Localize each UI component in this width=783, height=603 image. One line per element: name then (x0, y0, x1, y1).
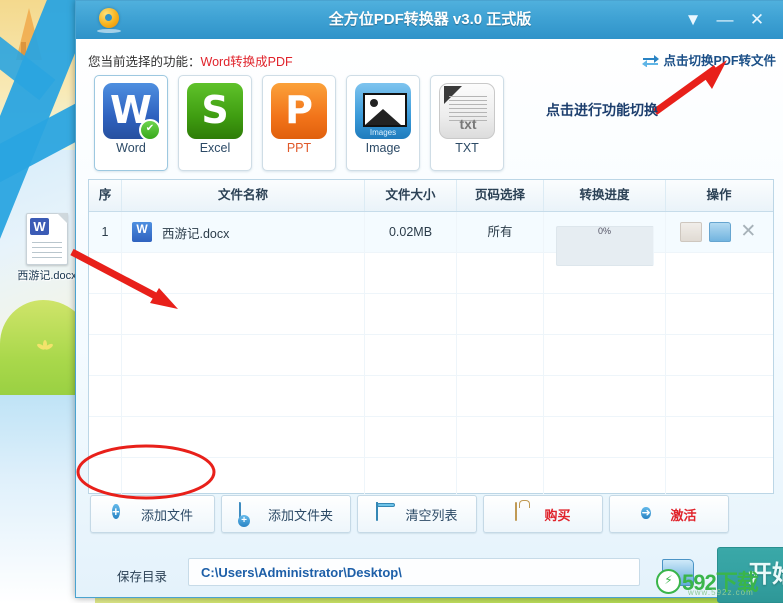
cell-actions: ✕ (666, 212, 772, 252)
table-row-empty (89, 417, 773, 458)
buy-bag-icon (515, 502, 537, 525)
format-label-txt: TXT (455, 141, 479, 155)
word-glyph: W (30, 218, 49, 235)
skin-chevron-down-icon[interactable]: ▼ (681, 9, 705, 31)
word-document-icon: W (26, 213, 68, 265)
wallpaper-flower-icon (36, 340, 54, 354)
activate-icon: ➜ (641, 507, 651, 519)
action-button-row: + 添加文件 添加文件夹 清空列表 购买 ➜ 激活 (90, 495, 770, 533)
image-icon-caption: Images (369, 128, 397, 137)
progress-label: 0% (597, 226, 611, 236)
picture-frame (363, 93, 407, 127)
filename-text: 西游记.docx (162, 226, 230, 241)
format-label-word: Word (116, 141, 146, 155)
swap-arrows-icon (642, 55, 660, 67)
close-button[interactable]: ✕ (745, 9, 769, 31)
column-header-index: 序 (89, 180, 122, 211)
word-file-icon: W (132, 222, 152, 242)
progress-bar: 0% (555, 226, 654, 266)
cell-progress: 0% (544, 212, 666, 266)
cell-index: 1 (89, 212, 122, 252)
remove-icon[interactable]: ✕ (738, 222, 758, 241)
cell-pages[interactable]: 所有 (457, 212, 544, 252)
page-fold (57, 213, 68, 224)
current-function-label: 您当前选择的功能：Word转换成PDF (88, 51, 293, 70)
format-label-image: Image (365, 141, 401, 155)
format-button-ppt[interactable]: P PPT (262, 75, 336, 171)
format-label-excel: Excel (199, 141, 231, 155)
word-icon: W ✔ (103, 83, 161, 141)
activate-label: 激活 (670, 507, 697, 523)
file-list-table: 序 文件名称 文件大小 页码选择 转换进度 操作 1 W 西游记.docx 0.… (88, 179, 774, 499)
format-button-excel[interactable]: S Excel (178, 75, 252, 171)
add-folder-icon (238, 502, 261, 525)
desktop-file-label: 西游记.docx (17, 270, 77, 282)
add-file-icon: + (111, 504, 120, 519)
buy-button[interactable]: 购买 (483, 495, 603, 533)
add-folder-label: 添加文件夹 (267, 507, 333, 523)
format-button-word[interactable]: W ✔ Word (94, 75, 168, 171)
selected-check-icon: ✔ (139, 119, 161, 141)
column-header-filesize: 文件大小 (365, 180, 457, 211)
application-window: 全方位PDF转换器 v3.0 正式版 ▼ — ✕ 您当前选择的功能：Word转换… (75, 0, 783, 603)
current-function-prefix: 您当前选择的功能： (88, 55, 201, 69)
table-row[interactable]: 1 W 西游记.docx 0.02MB 所有 0% ✕ (89, 212, 773, 266)
function-bar: 您当前选择的功能：Word转换成PDF 点击切换PDF转文件 (76, 47, 783, 73)
switch-hint-annotation: 点击进行功能切换 (546, 102, 658, 118)
clear-list-label: 清空列表 (405, 507, 458, 523)
table-row-empty (89, 335, 773, 376)
watermark-badge-icon: ⚡ (656, 569, 681, 594)
desktop-file-icon[interactable]: W 西游记.docx (17, 213, 77, 283)
format-label-ppt: PPT (286, 141, 312, 155)
table-row-empty (89, 253, 773, 294)
activate-button[interactable]: ➜ 激活 (609, 495, 729, 533)
table-row-empty (89, 376, 773, 417)
cell-filename: W 西游记.docx (122, 212, 365, 252)
minimize-button[interactable]: — (713, 9, 737, 31)
column-header-progress: 转换进度 (544, 180, 666, 211)
save-directory-label: 保存目录 (117, 570, 168, 584)
watermark-url: www.592z.com (688, 588, 754, 597)
add-folder-button[interactable]: 添加文件夹 (221, 495, 351, 533)
add-file-button[interactable]: + 添加文件 (90, 495, 215, 533)
clear-list-button[interactable]: 清空列表 (357, 495, 477, 533)
ppt-icon: P (271, 83, 327, 139)
table-row-empty (89, 458, 773, 499)
format-button-txt[interactable]: txt TXT (430, 75, 504, 171)
save-directory-input[interactable]: C:\Users\Administrator\Desktop\ (188, 558, 640, 586)
table-row-empty (89, 294, 773, 335)
switch-mode-link[interactable]: 点击切换PDF转文件 (641, 50, 776, 69)
format-button-row: W ✔ Word S Excel P PPT Images Image txt … (94, 75, 774, 173)
clear-list-icon (376, 502, 398, 525)
table-header-row: 序 文件名称 文件大小 页码选择 转换进度 操作 (89, 180, 773, 212)
image-icon: Images (355, 83, 411, 139)
site-watermark: ⚡ 592下载 www.592z.com (656, 566, 780, 600)
excel-icon: S (187, 83, 243, 139)
column-header-actions: 操作 (706, 188, 732, 202)
title-bar[interactable]: 全方位PDF转换器 v3.0 正式版 ▼ — ✕ (76, 1, 783, 40)
cell-filesize: 0.02MB (365, 212, 457, 252)
buy-label: 购买 (544, 507, 571, 523)
txt-icon-caption: txt (459, 116, 477, 132)
column-header-filename: 文件名称 (122, 180, 365, 211)
txt-icon: txt (439, 83, 495, 139)
current-function-value: Word转换成PDF (200, 55, 293, 69)
switch-mode-label: 点击切换PDF转文件 (663, 54, 776, 68)
add-file-label: 添加文件 (140, 507, 193, 523)
column-header-pages: 页码选择 (457, 180, 544, 211)
format-button-image[interactable]: Images Image (346, 75, 420, 171)
send-mail-icon[interactable] (679, 222, 702, 242)
window-title: 全方位PDF转换器 v3.0 正式版 (328, 11, 532, 28)
window-content: 您当前选择的功能：Word转换成PDF 点击切换PDF转文件 W ✔ Word (76, 39, 783, 603)
open-folder-icon[interactable] (708, 222, 731, 242)
